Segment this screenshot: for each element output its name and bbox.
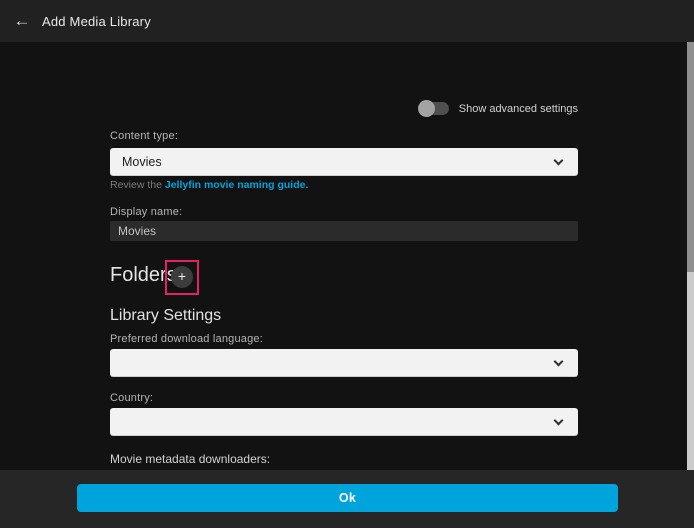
back-arrow-icon: ← xyxy=(14,11,31,31)
add-media-library-dialog: ← Add Media Library Show advanced settin… xyxy=(0,0,694,528)
advanced-settings-row: Show advanced settings xyxy=(419,102,578,115)
page-title: Add Media Library xyxy=(42,14,151,29)
click-highlight-box xyxy=(165,260,199,295)
scrollbar-thumb[interactable] xyxy=(687,42,694,272)
library-settings-heading: Library Settings xyxy=(110,307,221,325)
metadata-downloaders-label: Movie metadata downloaders: xyxy=(110,452,270,466)
chevron-down-icon xyxy=(554,357,564,367)
display-name-label: Display name: xyxy=(110,206,182,218)
content-type-label: Content type: xyxy=(110,130,178,142)
advanced-settings-label: Show advanced settings xyxy=(459,103,578,115)
dialog-footer: Ok xyxy=(0,470,694,528)
naming-guide-helper: Review the Jellyfin movie naming guide. xyxy=(110,179,308,191)
top-bar: ← Add Media Library xyxy=(0,0,694,42)
country-select[interactable] xyxy=(110,408,578,436)
content-type-select[interactable]: Movies xyxy=(110,148,578,176)
naming-guide-prefix: Review the xyxy=(110,179,165,191)
chevron-down-icon xyxy=(554,156,564,166)
preferred-language-select[interactable] xyxy=(110,349,578,377)
preferred-language-label: Preferred download language: xyxy=(110,333,263,345)
display-name-input[interactable] xyxy=(110,221,578,241)
country-label: Country: xyxy=(110,392,153,404)
naming-guide-link[interactable]: Jellyfin movie naming guide. xyxy=(165,179,309,191)
content-type-value: Movies xyxy=(122,155,555,169)
chevron-down-icon xyxy=(554,416,564,426)
toggle-knob xyxy=(418,100,435,117)
scrollbar-track[interactable] xyxy=(687,42,694,470)
advanced-settings-toggle[interactable] xyxy=(419,102,449,115)
back-button[interactable]: ← xyxy=(5,4,39,38)
dialog-content: Show advanced settings Content type: Mov… xyxy=(0,42,694,470)
ok-button[interactable]: Ok xyxy=(77,484,618,512)
